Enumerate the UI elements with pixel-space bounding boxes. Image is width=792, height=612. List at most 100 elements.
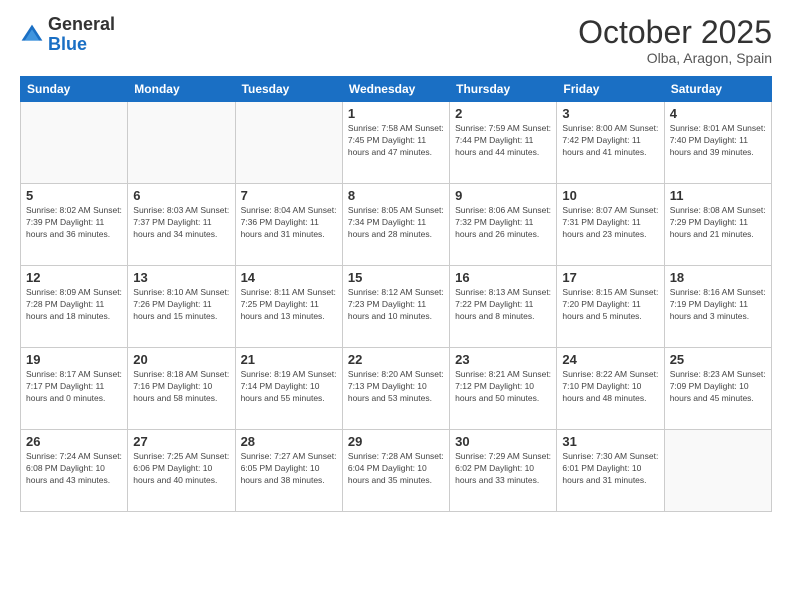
- day-number: 8: [348, 188, 444, 203]
- day-cell-6: 6 Sunrise: 8:03 AM Sunset: 7:37 PM Daylig…: [128, 184, 235, 266]
- day-info: Sunrise: 7:28 AM Sunset: 6:04 PM Dayligh…: [348, 451, 444, 487]
- day-info: Sunrise: 8:06 AM Sunset: 7:32 PM Dayligh…: [455, 205, 551, 241]
- day-info: Sunrise: 8:08 AM Sunset: 7:29 PM Dayligh…: [670, 205, 766, 241]
- day-number: 15: [348, 270, 444, 285]
- day-cell-17: 17 Sunrise: 8:15 AM Sunset: 7:20 PM Dayli…: [557, 266, 664, 348]
- day-number: 2: [455, 106, 551, 121]
- title-block: October 2025 Olba, Aragon, Spain: [578, 15, 772, 66]
- day-cell-empty: [664, 430, 771, 512]
- day-cell-1: 1 Sunrise: 7:58 AM Sunset: 7:45 PM Daylig…: [342, 102, 449, 184]
- day-info: Sunrise: 7:25 AM Sunset: 6:06 PM Dayligh…: [133, 451, 229, 487]
- day-info: Sunrise: 8:21 AM Sunset: 7:12 PM Dayligh…: [455, 369, 551, 405]
- day-cell-10: 10Sunrise: 8:07 AM Sunset: 7:31 PM Dayli…: [557, 184, 664, 266]
- day-info: Sunrise: 8:15 AM Sunset: 7:20 PM Dayligh…: [562, 287, 658, 323]
- day-cell-14: 14 Sunrise: 8:11 AM Sunset: 7:25 PM Dayli…: [235, 266, 342, 348]
- weekday-header-friday: Friday: [557, 77, 664, 102]
- day-number: 18: [670, 270, 766, 285]
- weekday-header-row: SundayMondayTuesdayWednesdayThursdayFrid…: [21, 77, 772, 102]
- day-cell-27: 27 Sunrise: 7:25 AM Sunset: 6:06 PM Dayli…: [128, 430, 235, 512]
- week-row-3: 12 Sunrise: 8:09 AM Sunset: 7:28 PM Dayli…: [21, 266, 772, 348]
- day-info: Sunrise: 8:04 AM Sunset: 7:36 PM Dayligh…: [241, 205, 337, 241]
- day-cell-19: 19 Sunrise: 8:17 AM Sunset: 7:17 PM Dayli…: [21, 348, 128, 430]
- day-number: 6: [133, 188, 229, 203]
- day-number: 26: [26, 434, 122, 449]
- day-number: 14: [241, 270, 337, 285]
- day-number: 13: [133, 270, 229, 285]
- day-cell-12: 12 Sunrise: 8:09 AM Sunset: 7:28 PM Dayli…: [21, 266, 128, 348]
- day-number: 11: [670, 188, 766, 203]
- day-cell-15: 15Sunrise: 8:12 AM Sunset: 7:23 PM Dayli…: [342, 266, 449, 348]
- day-number: 27: [133, 434, 229, 449]
- day-number: 16: [455, 270, 551, 285]
- day-info: Sunrise: 8:00 AM Sunset: 7:42 PM Dayligh…: [562, 123, 658, 159]
- logo-blue-text: Blue: [48, 34, 87, 54]
- day-number: 4: [670, 106, 766, 121]
- day-info: Sunrise: 8:01 AM Sunset: 7:40 PM Dayligh…: [670, 123, 766, 159]
- day-number: 31: [562, 434, 658, 449]
- day-cell-9: 9Sunrise: 8:06 AM Sunset: 7:32 PM Daylig…: [450, 184, 557, 266]
- day-number: 23: [455, 352, 551, 367]
- day-cell-13: 13 Sunrise: 8:10 AM Sunset: 7:26 PM Dayli…: [128, 266, 235, 348]
- weekday-header-wednesday: Wednesday: [342, 77, 449, 102]
- logo-general-text: General: [48, 14, 115, 34]
- day-cell-empty: [235, 102, 342, 184]
- day-info: Sunrise: 8:17 AM Sunset: 7:17 PM Dayligh…: [26, 369, 122, 405]
- day-number: 17: [562, 270, 658, 285]
- day-cell-7: 7 Sunrise: 8:04 AM Sunset: 7:36 PM Daylig…: [235, 184, 342, 266]
- page: General Blue October 2025 Olba, Aragon, …: [0, 0, 792, 612]
- day-number: 12: [26, 270, 122, 285]
- day-info: Sunrise: 7:58 AM Sunset: 7:45 PM Dayligh…: [348, 123, 444, 159]
- day-cell-empty: [128, 102, 235, 184]
- calendar-table: SundayMondayTuesdayWednesdayThursdayFrid…: [20, 76, 772, 512]
- day-number: 19: [26, 352, 122, 367]
- day-info: Sunrise: 8:03 AM Sunset: 7:37 PM Dayligh…: [133, 205, 229, 241]
- day-number: 5: [26, 188, 122, 203]
- day-number: 20: [133, 352, 229, 367]
- day-cell-24: 24 Sunrise: 8:22 AM Sunset: 7:10 PM Dayli…: [557, 348, 664, 430]
- day-info: Sunrise: 8:22 AM Sunset: 7:10 PM Dayligh…: [562, 369, 658, 405]
- logo-icon: [20, 23, 44, 47]
- day-info: Sunrise: 8:18 AM Sunset: 7:16 PM Dayligh…: [133, 369, 229, 405]
- weekday-header-sunday: Sunday: [21, 77, 128, 102]
- day-info: Sunrise: 8:10 AM Sunset: 7:26 PM Dayligh…: [133, 287, 229, 323]
- day-cell-3: 3 Sunrise: 8:00 AM Sunset: 7:42 PM Daylig…: [557, 102, 664, 184]
- day-cell-5: 5Sunrise: 8:02 AM Sunset: 7:39 PM Daylig…: [21, 184, 128, 266]
- day-cell-30: 30Sunrise: 7:29 AM Sunset: 6:02 PM Dayli…: [450, 430, 557, 512]
- day-cell-empty: [21, 102, 128, 184]
- day-number: 7: [241, 188, 337, 203]
- day-info: Sunrise: 8:20 AM Sunset: 7:13 PM Dayligh…: [348, 369, 444, 405]
- day-cell-29: 29 Sunrise: 7:28 AM Sunset: 6:04 PM Dayli…: [342, 430, 449, 512]
- day-number: 28: [241, 434, 337, 449]
- day-number: 1: [348, 106, 444, 121]
- day-cell-18: 18 Sunrise: 8:16 AM Sunset: 7:19 PM Dayli…: [664, 266, 771, 348]
- week-row-4: 19 Sunrise: 8:17 AM Sunset: 7:17 PM Dayli…: [21, 348, 772, 430]
- day-cell-21: 21Sunrise: 8:19 AM Sunset: 7:14 PM Dayli…: [235, 348, 342, 430]
- day-info: Sunrise: 8:09 AM Sunset: 7:28 PM Dayligh…: [26, 287, 122, 323]
- day-number: 3: [562, 106, 658, 121]
- week-row-5: 26 Sunrise: 7:24 AM Sunset: 6:08 PM Dayli…: [21, 430, 772, 512]
- day-info: Sunrise: 7:24 AM Sunset: 6:08 PM Dayligh…: [26, 451, 122, 487]
- day-info: Sunrise: 8:16 AM Sunset: 7:19 PM Dayligh…: [670, 287, 766, 323]
- day-number: 29: [348, 434, 444, 449]
- day-number: 30: [455, 434, 551, 449]
- day-cell-28: 28 Sunrise: 7:27 AM Sunset: 6:05 PM Dayli…: [235, 430, 342, 512]
- day-cell-8: 8Sunrise: 8:05 AM Sunset: 7:34 PM Daylig…: [342, 184, 449, 266]
- week-row-2: 5Sunrise: 8:02 AM Sunset: 7:39 PM Daylig…: [21, 184, 772, 266]
- day-info: Sunrise: 8:23 AM Sunset: 7:09 PM Dayligh…: [670, 369, 766, 405]
- day-number: 10: [562, 188, 658, 203]
- day-cell-22: 22 Sunrise: 8:20 AM Sunset: 7:13 PM Dayli…: [342, 348, 449, 430]
- day-number: 24: [562, 352, 658, 367]
- weekday-header-saturday: Saturday: [664, 77, 771, 102]
- day-info: Sunrise: 8:11 AM Sunset: 7:25 PM Dayligh…: [241, 287, 337, 323]
- location: Olba, Aragon, Spain: [578, 50, 772, 66]
- weekday-header-tuesday: Tuesday: [235, 77, 342, 102]
- day-cell-31: 31Sunrise: 7:30 AM Sunset: 6:01 PM Dayli…: [557, 430, 664, 512]
- day-number: 25: [670, 352, 766, 367]
- day-cell-25: 25 Sunrise: 8:23 AM Sunset: 7:09 PM Dayli…: [664, 348, 771, 430]
- day-number: 22: [348, 352, 444, 367]
- day-cell-4: 4 Sunrise: 8:01 AM Sunset: 7:40 PM Daylig…: [664, 102, 771, 184]
- day-info: Sunrise: 7:27 AM Sunset: 6:05 PM Dayligh…: [241, 451, 337, 487]
- day-cell-11: 11 Sunrise: 8:08 AM Sunset: 7:29 PM Dayli…: [664, 184, 771, 266]
- day-info: Sunrise: 7:59 AM Sunset: 7:44 PM Dayligh…: [455, 123, 551, 159]
- month-title: October 2025: [578, 15, 772, 50]
